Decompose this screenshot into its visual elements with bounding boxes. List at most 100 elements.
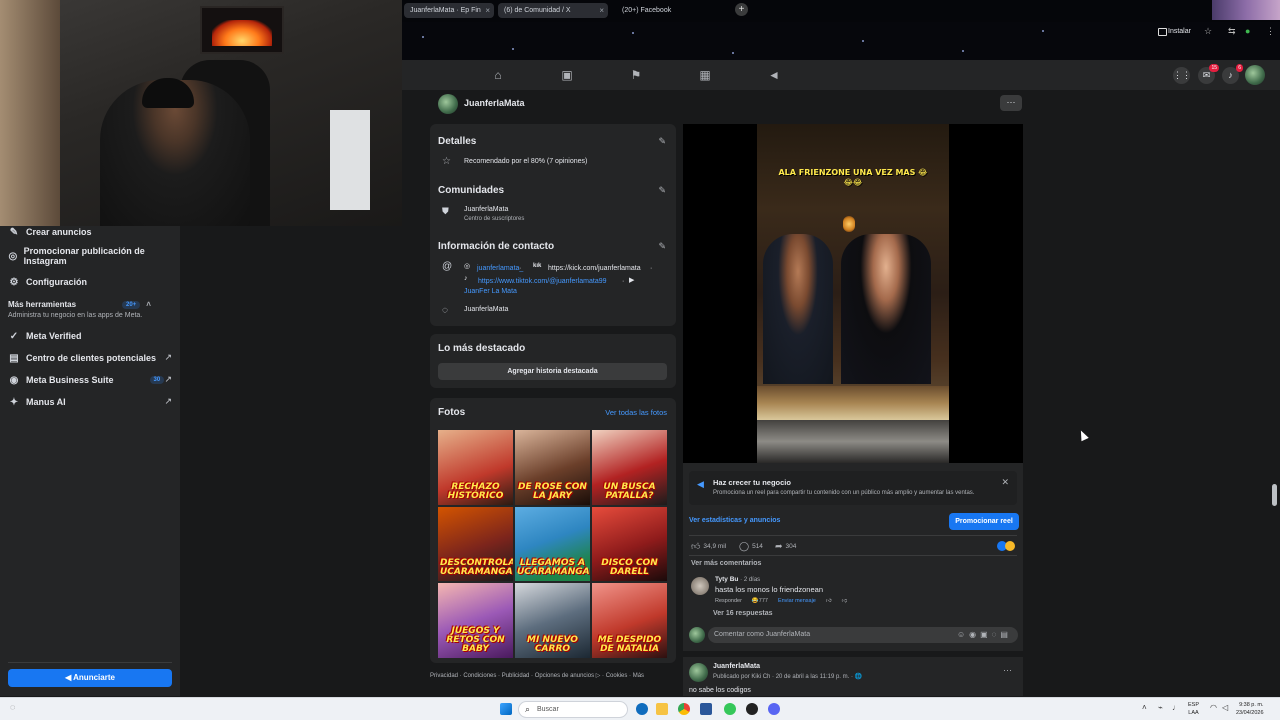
photo-thumb[interactable]: DESCONTROLAMOS UCARAMANGA	[438, 506, 513, 582]
taskbar-search[interactable]: Buscar	[518, 701, 628, 718]
browser-tab-3[interactable]: (20+) Facebook	[616, 3, 716, 18]
thumbs-up-icon[interactable]: 👍︎	[826, 598, 832, 604]
edge-icon[interactable]	[636, 703, 648, 715]
photos-title: Fotos	[438, 407, 466, 418]
whatsapp-icon[interactable]	[724, 703, 736, 715]
thumbs-down-icon[interactable]: 👎︎	[842, 598, 848, 604]
commenter-avatar[interactable]	[691, 577, 709, 595]
tray-chevron-icon[interactable]: ˄	[1142, 703, 1147, 712]
close-tab-icon[interactable]: ×	[485, 3, 490, 18]
post2-author[interactable]: JuanferlaMata	[713, 663, 760, 670]
community-name[interactable]: JuanferlaMata	[464, 206, 508, 213]
windows-start-icon[interactable]	[500, 703, 512, 715]
widgets-icon[interactable]: ◌	[10, 702, 15, 712]
kick-link[interactable]: https://kick.com/juanferlamata	[548, 265, 641, 272]
instagram-icon: ◎	[464, 263, 471, 270]
messenger-icon[interactable]: ✉ 15	[1198, 64, 1219, 84]
pencil-icon[interactable]: ✎	[658, 136, 666, 147]
photo-thumb[interactable]: DISCO CON DARELL	[592, 506, 667, 582]
home-icon[interactable]: ⌂	[491, 68, 505, 82]
bookmark-star-icon[interactable]: ☆	[1204, 26, 1212, 37]
file-explorer-icon[interactable]	[656, 703, 668, 715]
apps-grid-icon[interactable]: ⋮⋮	[1173, 67, 1191, 84]
send-message-link[interactable]: Enviar mensaje	[778, 598, 816, 604]
photo-thumb[interactable]: LLEGAMOS A UCARAMANGA	[515, 506, 590, 582]
profile-avatar[interactable]	[1245, 65, 1265, 85]
sidebar-item-manus-ai[interactable]: ✦ Manus AI	[8, 396, 66, 408]
browser-menu-icon[interactable]: ⋮	[1266, 26, 1275, 37]
reel-player[interactable]: ALA FRIENZONE UNA VEZ MAS 😂😂😂	[683, 124, 1023, 463]
reply-link[interactable]: Responder	[715, 598, 742, 604]
photo-thumb[interactable]: ME DESPIDO DE NATALIA	[592, 583, 667, 658]
system-clock[interactable]: 9:38 p. m. 23/04/2026	[1236, 701, 1264, 717]
notifications-bell-icon[interactable]: ♪ 6	[1222, 64, 1243, 84]
page-more-button[interactable]: ···	[1000, 95, 1022, 111]
photo-thumb[interactable]: UN BUSCA PATALLA?	[592, 430, 667, 505]
page-avatar[interactable]	[438, 94, 458, 114]
comment-input[interactable]: Comentar como JuanferlaMata ☺◉▣◌▤	[708, 627, 1018, 643]
comments-count[interactable]: ◯ 514	[739, 541, 763, 552]
reel-post-footer: ◀ Haz crecer tu negocio Promociona un re…	[683, 463, 1023, 696]
view-replies-link[interactable]: Ver 16 respuestas	[713, 610, 773, 617]
calendar-icon[interactable]: ▣	[560, 68, 574, 82]
megaphone-icon[interactable]: ◄	[767, 68, 781, 82]
stats-link[interactable]: Ver estadísticas y anuncios	[689, 517, 780, 524]
chevron-up-icon[interactable]: ˄	[146, 300, 151, 309]
pencil-icon[interactable]: ✎	[658, 185, 666, 196]
reaction-icons[interactable]	[997, 541, 1019, 551]
sidebar-item-business-suite[interactable]: ◉ Meta Business Suite 30	[8, 374, 165, 386]
post2-avatar[interactable]	[689, 663, 708, 682]
install-button[interactable]: Instalar	[1156, 25, 1191, 39]
comment-tools-icons[interactable]: ☺◉▣◌▤	[957, 630, 1012, 639]
language-indicator[interactable]: ESP LAA	[1188, 701, 1199, 717]
tray-mic-icon[interactable]: ♩	[1172, 703, 1180, 712]
sidebar-item-leads-center[interactable]: ▤ Centro de clientes potenciales	[8, 352, 156, 364]
close-tab-icon[interactable]: ×	[599, 3, 604, 18]
pencil-icon[interactable]: ✎	[658, 241, 666, 252]
recommendation-text: Recomendado por el 80% (7 opiniones)	[464, 158, 588, 165]
comment-reactions[interactable]: 😂777	[752, 598, 768, 604]
likes-count[interactable]: 👍︎ 34,9 mil	[691, 541, 726, 552]
photo-thumb[interactable]: RECHAZO HISTÓRICO	[438, 430, 513, 505]
comment-author[interactable]: Tyty Bu · 2 días	[715, 576, 760, 583]
gallery-icon[interactable]: ▦	[698, 68, 712, 82]
more-comments-link[interactable]: Ver más comentarios	[691, 560, 761, 567]
youtube-link[interactable]: JuanFer La Mata	[464, 288, 517, 295]
sidebar-item-settings[interactable]: ⚙ Configuración	[8, 276, 87, 288]
tray-wifi-icon[interactable]: ◠	[1210, 703, 1217, 712]
browser-tab-2[interactable]: (6) de Comunidad / X ×	[498, 3, 608, 18]
instagram-link[interactable]: juanferlamata_	[477, 265, 523, 272]
more-tools-header[interactable]: Más herramientas 20+ ˄	[8, 300, 172, 309]
new-tab-button[interactable]: +	[735, 3, 748, 16]
promote-reel-button[interactable]: Promocionar reel	[949, 513, 1019, 530]
tray-network-icon[interactable]: ⌁	[1158, 703, 1163, 712]
translate-icon[interactable]: ⇆	[1228, 26, 1236, 37]
discord-icon[interactable]	[768, 703, 780, 715]
browser-tab-1[interactable]: JuanferlaMata · Ep Fin ×	[404, 3, 494, 18]
reel-video[interactable]: ALA FRIENZONE UNA VEZ MAS 😂😂😂	[757, 124, 949, 463]
photo-thumb[interactable]: MI NUEVO CARRO	[515, 583, 590, 658]
tiktok-link[interactable]: https://www.tiktok.com/@juanferlamata99	[478, 278, 607, 285]
post2-more-button[interactable]: ···	[1003, 665, 1012, 675]
advertise-button[interactable]: ◀ Anunciarte	[8, 669, 172, 687]
store-icon[interactable]	[700, 703, 712, 715]
photo-thumb[interactable]: JUEGOS Y RETOS CON BABY	[438, 583, 513, 658]
sidebar-item-promote-instagram[interactable]: ◎ Promocionar publicación de Instagram	[8, 246, 158, 266]
photo-thumb[interactable]: DE ROSE CON LA JARY	[515, 430, 590, 505]
page-name[interactable]: JuanferlaMata	[464, 98, 525, 108]
webcam-window-light	[0, 0, 60, 226]
add-highlight-button[interactable]: Agregar historia destacada	[438, 363, 667, 380]
shares-count[interactable]: ➦ 304	[775, 541, 796, 552]
messenger-name[interactable]: JuanferlaMata	[464, 306, 508, 313]
extension-icon[interactable]: ●	[1245, 26, 1250, 36]
see-all-photos-link[interactable]: Ver todas las fotos	[605, 408, 667, 417]
page-scrollbar[interactable]	[1272, 484, 1277, 506]
chrome-icon[interactable]	[678, 703, 690, 715]
obs-icon[interactable]	[746, 703, 758, 715]
flag-icon[interactable]: ⚑	[629, 68, 643, 82]
footer-links[interactable]: Privacidad · Condiciones · Publicidad · …	[430, 672, 644, 679]
sidebar-item-meta-verified[interactable]: ✓ Meta Verified	[8, 330, 82, 342]
sidebar-item-create-ads[interactable]: ✎ Crear anuncios	[8, 226, 92, 238]
close-icon[interactable]: ✕	[1001, 477, 1009, 488]
tray-volume-icon[interactable]: ◁	[1222, 703, 1228, 712]
